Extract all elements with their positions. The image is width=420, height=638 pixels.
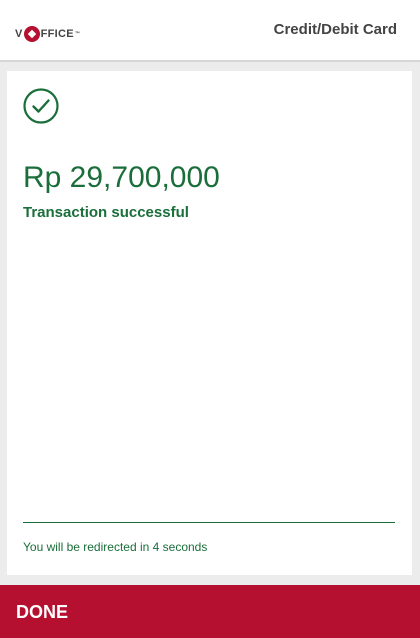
done-button-label: DONE — [16, 602, 69, 622]
transaction-status: Transaction successful — [23, 204, 189, 221]
check-circle-icon — [23, 88, 59, 124]
header: V FFICE ™ Credit/Debit Card — [0, 0, 420, 62]
divider — [23, 522, 395, 523]
redirect-countdown: You will be redirected in 4 seconds — [23, 540, 208, 554]
logo-text-right: FFICE — [40, 28, 74, 40]
done-button[interactable]: DONE — [0, 585, 420, 638]
logo-mark-icon — [23, 26, 40, 42]
transaction-result-card: Rp 29,700,000 Transaction successful You… — [7, 71, 412, 575]
payment-method-title: Credit/Debit Card — [273, 21, 397, 38]
logo-trademark: ™ — [74, 31, 81, 37]
logo-text-left: V — [15, 28, 23, 40]
voffice-logo: V FFICE ™ — [15, 26, 80, 42]
transaction-amount: Rp 29,700,000 — [23, 161, 220, 194]
